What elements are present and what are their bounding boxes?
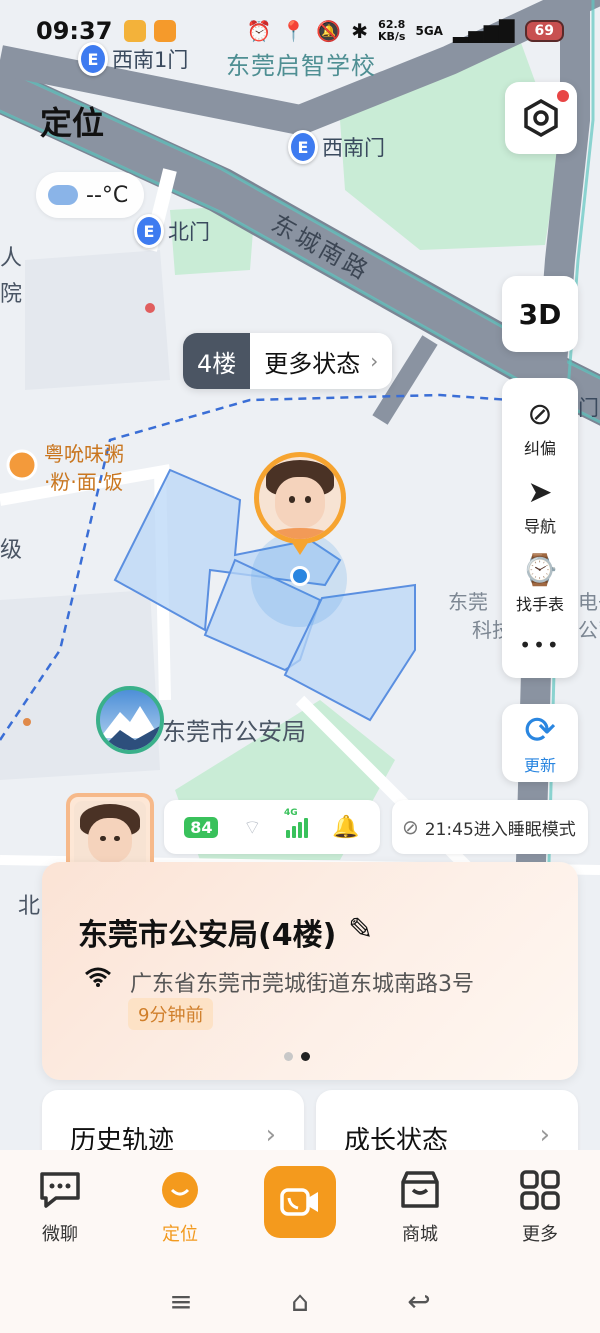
bell-icon: 🔔 [332, 814, 360, 840]
wifi-off-icon: ⌔ [242, 814, 262, 839]
navigate-icon: ➤ [527, 475, 553, 510]
page-dot [284, 1052, 293, 1061]
map-label-edge: 院 [0, 282, 23, 307]
mute-icon: 🔕 [316, 19, 342, 43]
signal-icon: ▂▄▆█ [452, 19, 515, 43]
chevron-right-icon: › [370, 349, 379, 373]
store-icon [398, 1168, 442, 1212]
network-type: 5GA [415, 24, 443, 38]
page-title: 定位 [40, 104, 105, 142]
status-time: 09:37 [36, 17, 113, 45]
map-label-edge: 东莞 [448, 590, 488, 614]
page-dot-active [301, 1052, 310, 1061]
bluetooth-icon: ✱ [351, 19, 368, 43]
wifi-icon [84, 966, 112, 994]
system-navigation-bar: ≡ ⌂ ↩ [0, 1270, 600, 1333]
refresh-label: 更新 [523, 756, 556, 775]
hexagon-settings-icon [524, 98, 558, 138]
notification-dot [557, 90, 569, 102]
find-watch-icon: ⌚ [521, 553, 559, 588]
device-battery: 84 [184, 816, 219, 838]
3d-toggle-button[interactable]: 3D [502, 276, 578, 352]
status-bar: 09:37 ⏰ 📍 🔕 ✱ 62.8 KB/s 5GA ▂▄▆█ 69 [0, 0, 600, 62]
mountain-poi-icon[interactable] [96, 686, 164, 754]
status-icons: ⏰ 📍 🔕 ✱ 62.8 KB/s 5GA ▂▄▆█ 69 [247, 19, 564, 43]
floor-label: 4楼 [183, 333, 251, 389]
battery-indicator: 69 [524, 20, 564, 42]
correct-icon: ⊘ [527, 397, 553, 432]
map-label-edge: 电子 [578, 590, 600, 614]
grid-icon [518, 1168, 562, 1212]
page-indicator [284, 1052, 310, 1061]
settings-button[interactable] [505, 82, 577, 154]
poi-pin-icon: E [288, 130, 318, 164]
location-name: 东莞市公安局(4楼) [78, 918, 337, 953]
cloud-icon [48, 185, 78, 205]
alarm-icon: ⏰ [246, 19, 272, 43]
device-status-bar[interactable]: 84 ⌔ 4G 🔔 [164, 800, 380, 854]
location-icon: 📍 [281, 19, 307, 43]
app-notification-icon [154, 20, 177, 42]
more-dots-icon: ••• [519, 633, 561, 657]
map-label-edge: 人 [0, 246, 23, 271]
video-call-icon [264, 1166, 336, 1238]
sleep-icon: ⊘ [402, 815, 419, 839]
menu-icon[interactable]: ≡ [169, 1285, 192, 1318]
home-icon[interactable]: ⌂ [291, 1285, 309, 1318]
chevron-right-icon: › [539, 1120, 550, 1150]
more-tools-button[interactable]: ••• [519, 633, 560, 657]
find-watch-button[interactable]: ⌚ 找手表 [516, 555, 564, 615]
back-icon[interactable]: ↩ [407, 1285, 430, 1318]
refresh-icon: ⟳ [524, 708, 556, 752]
sleep-text: 21:45进入睡眠模式 [424, 819, 576, 840]
poi-gate-southwest[interactable]: E 西南门 [288, 130, 385, 164]
location-card[interactable]: 东莞市公安局(4楼) ✎ 广东省东莞市莞城街道东城南路3号 9分钟前 [42, 862, 578, 1080]
chat-icon [38, 1168, 82, 1212]
nav-more[interactable]: 更多 [490, 1168, 590, 1246]
poi-gate-north[interactable]: E 北门 [134, 214, 210, 248]
map-label-restaurant: 粤吮味粥 ·粉·面·饭 [44, 442, 124, 494]
correct-button[interactable]: ⊘ 纠偏 [524, 399, 556, 459]
bottom-navigation: 微聊 定位 商城 更多 [0, 1150, 600, 1270]
floor-chip[interactable]: 4楼 更多状态 › [183, 333, 393, 389]
sleep-mode-chip[interactable]: ⊘ 21:45进入睡眠模式 [392, 800, 588, 854]
poi-gate-right[interactable]: 门 [578, 392, 599, 422]
location-time-badge: 9分钟前 [128, 998, 214, 1030]
weather-chip[interactable]: --°C [36, 172, 145, 218]
map-label-edge: 北 [18, 894, 41, 919]
pin-tail [291, 541, 309, 555]
location-dot [290, 566, 310, 586]
edit-location-icon[interactable]: ✎ [348, 912, 373, 947]
map-tools-panel: ⊘ 纠偏 ➤ 导航 ⌚ 找手表 ••• [502, 378, 578, 678]
nav-store[interactable]: 商城 [370, 1168, 470, 1246]
map-label-edge: 级 [0, 538, 23, 563]
navigate-button[interactable]: ➤ 导航 [524, 477, 556, 537]
nav-video-call[interactable] [250, 1166, 350, 1238]
child-avatar-pin[interactable] [254, 452, 346, 544]
map-label-police: 东莞市公安局 [162, 718, 306, 746]
location-face-icon [158, 1168, 202, 1212]
map-label-edge: 公司 [578, 618, 600, 642]
poi-pin-icon: E [134, 214, 164, 248]
more-status-link[interactable]: 更多状态 › [250, 333, 393, 389]
app-notification-icon [124, 20, 147, 42]
refresh-button[interactable]: ⟳ 更新 [502, 704, 578, 782]
location-address: 广东省东莞市莞城街道东城南路3号 [130, 972, 474, 997]
nav-chat[interactable]: 微聊 [10, 1168, 110, 1246]
net-speed: 62.8 KB/s [378, 18, 406, 43]
chevron-right-icon: › [265, 1120, 276, 1150]
child-face-icon [259, 457, 341, 539]
signal-4g-icon: 4G [284, 808, 309, 838]
nav-location[interactable]: 定位 [130, 1168, 230, 1246]
weather-temp: --°C [86, 182, 129, 208]
